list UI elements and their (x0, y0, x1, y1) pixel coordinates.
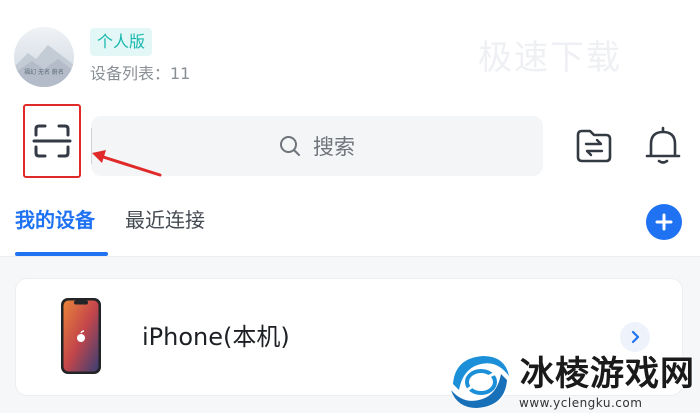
avatar[interactable]: 福幻 无名 蔚名 (14, 27, 74, 87)
chevron-right-icon (631, 330, 640, 344)
plus-icon (655, 213, 673, 231)
tab-recent-connections[interactable]: 最近连接 (125, 204, 205, 236)
file-transfer-icon (576, 129, 612, 163)
watermark-url: www.yclengku.com (519, 396, 643, 410)
plan-badge: 个人版 (90, 28, 153, 56)
search-placeholder: 搜索 (313, 135, 355, 159)
scan-icon (32, 124, 72, 158)
annotation-arrow-icon (92, 150, 162, 177)
avatar-caption: 福幻 无名 蔚名 (24, 69, 64, 76)
mountain-image-icon (14, 45, 74, 87)
notification-button[interactable] (643, 124, 683, 166)
device-name[interactable]: iPhone(本机) (142, 320, 290, 354)
add-device-button[interactable] (646, 204, 682, 240)
iphone-icon (61, 298, 101, 374)
watermark-logo-icon (451, 356, 509, 408)
tab-my-devices[interactable]: 我的设备 (15, 204, 95, 236)
file-transfer-button[interactable] (575, 126, 613, 164)
device-detail-button[interactable] (620, 322, 650, 352)
watermark-title: 冰棱游戏网 (520, 354, 695, 394)
device-count-label: 设备列表：11 (90, 64, 191, 83)
bell-icon (645, 126, 681, 164)
scan-button[interactable] (23, 104, 81, 178)
search-icon (280, 136, 300, 156)
watermark-top: 极速下载 (478, 38, 622, 78)
